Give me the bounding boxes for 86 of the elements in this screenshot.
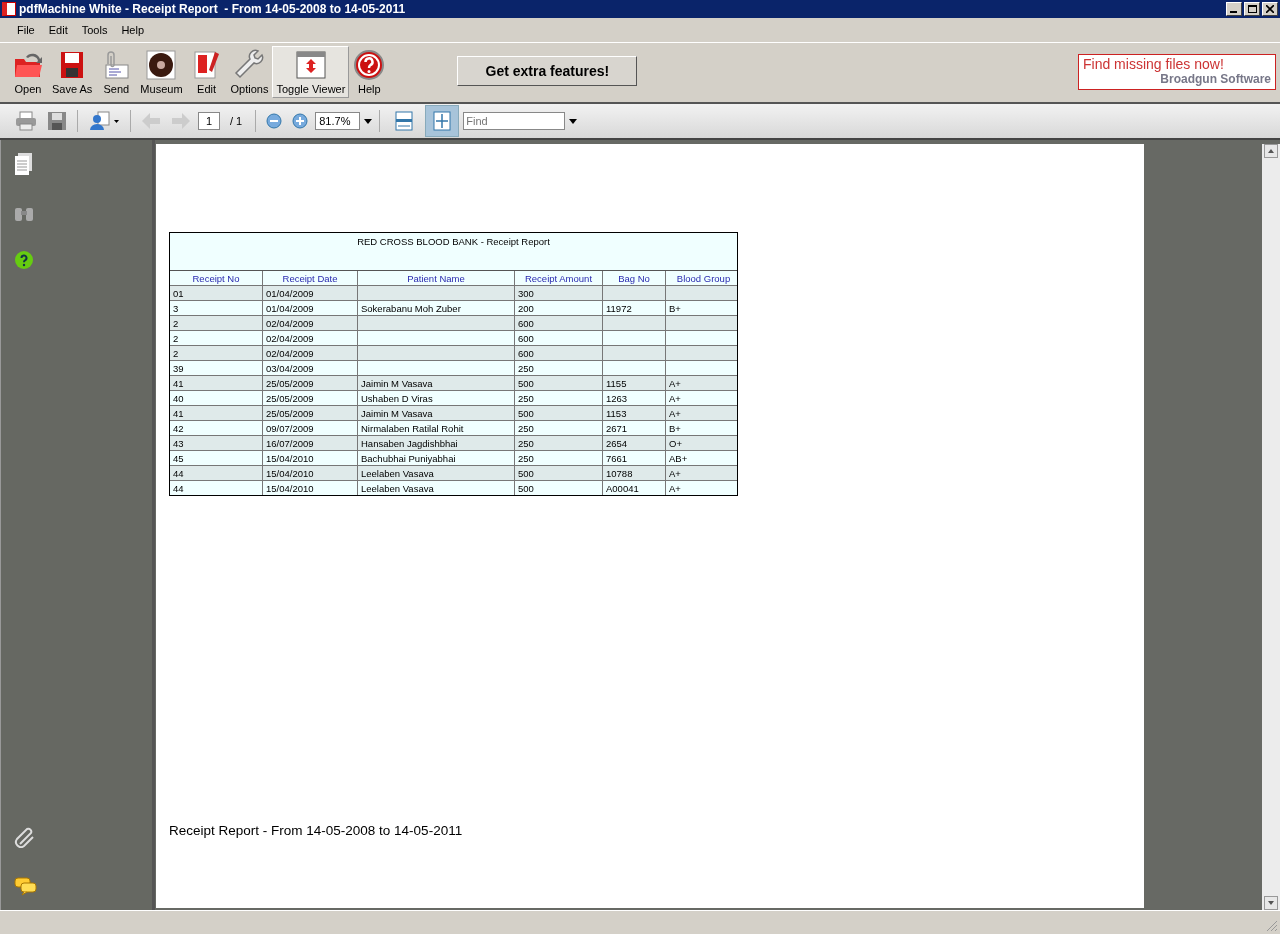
table-cell: 25/05/2009 <box>262 390 358 406</box>
find-field[interactable]: Find <box>463 112 566 130</box>
menu-item[interactable]: Edit <box>41 24 75 36</box>
fit-page-icon <box>433 111 452 131</box>
maximize-icon <box>1247 5 1257 13</box>
page-number-field[interactable]: 1 <box>198 112 220 130</box>
table-cell <box>602 330 666 346</box>
get-extra-features-button[interactable]: Get extra features! <box>457 56 638 86</box>
ad-headline: Find missing files now! <box>1083 56 1225 72</box>
right-arrow-icon <box>171 112 191 130</box>
table-cell: 2 <box>170 330 263 346</box>
printer-icon <box>15 111 37 131</box>
table-cell: 45 <box>170 450 263 466</box>
menu-item[interactable]: Tools <box>74 24 115 36</box>
window-icon <box>294 49 327 81</box>
table-cell: 2671 <box>602 420 666 436</box>
toolbar-button[interactable]: Toggle Viewer <box>272 46 350 98</box>
menu-item[interactable]: Help <box>114 24 151 36</box>
resize-grip-icon[interactable] <box>1266 920 1278 932</box>
scroll-down-icon <box>1264 896 1278 910</box>
table-cell: 39 <box>170 360 263 376</box>
table-cell: 42 <box>170 420 263 436</box>
toolbar-button[interactable]: Open <box>8 46 48 98</box>
toolbar-button[interactable]: Museum <box>136 46 187 98</box>
table-cell: 250 <box>514 450 603 466</box>
toolbar-button[interactable]: Edit <box>186 46 227 98</box>
ad-brand: Broadgun Software <box>1160 72 1271 86</box>
table-cell: 44 <box>170 480 263 495</box>
table-cell: A+ <box>665 480 737 495</box>
table-cell: Ushaben D Viras <box>357 390 515 406</box>
table-cell: 09/07/2009 <box>262 420 358 436</box>
wrench-icon <box>233 49 266 81</box>
maximize-button[interactable] <box>1244 2 1260 16</box>
table-cell: 03/04/2009 <box>262 360 358 376</box>
table-cell: Bachubhai Puniyabhai <box>357 450 515 466</box>
fit-page-button[interactable] <box>425 105 460 137</box>
table-cell: 3 <box>170 300 263 316</box>
caret-icon <box>364 118 373 124</box>
fit-width-icon <box>395 111 414 131</box>
menu-item[interactable]: File <box>10 24 42 36</box>
report-title: RED CROSS BLOOD BANK - Receipt Report <box>170 233 737 271</box>
column-header: Receipt Amount <box>514 271 603 286</box>
table-cell: 250 <box>514 390 603 406</box>
advertisement-banner[interactable]: Find missing files now! Broadgun Software <box>1078 54 1276 90</box>
table-cell: 200 <box>514 300 603 316</box>
column-header: Patient Name <box>357 271 515 286</box>
table-cell: 7661 <box>602 450 666 466</box>
page-count: / 1 <box>229 115 244 127</box>
help-icon[interactable] <box>14 250 34 270</box>
toolbar-button[interactable]: Save As <box>48 46 97 98</box>
close-icon <box>1266 5 1274 13</box>
person-document-icon <box>88 110 120 132</box>
table-cell: Nirmalaben Ratilal Rohit <box>357 420 515 436</box>
table-cell: 600 <box>514 330 603 346</box>
zoom-in-icon <box>292 113 309 129</box>
toolbar-button[interactable]: Send <box>96 46 137 98</box>
table-cell: Sokerabanu Moh Zuber <box>357 300 515 316</box>
column-header: Blood Group <box>665 271 737 286</box>
paperclip-icon[interactable] <box>14 826 36 848</box>
table-cell: 1263 <box>602 390 666 406</box>
vertical-scrollbar[interactable] <box>1262 144 1280 910</box>
scroll-up-icon <box>1264 144 1278 158</box>
column-header: Bag No <box>602 271 666 286</box>
table-cell: 11972 <box>602 300 666 316</box>
caret-icon <box>569 118 578 124</box>
window-title: pdfMachine White - Receipt Report - From 14-05-2008 to 14-05-2011 <box>19 2 407 16</box>
table-cell: 02/04/2009 <box>262 330 358 346</box>
table-cell: 250 <box>514 360 603 376</box>
app-logo-icon <box>2 2 16 16</box>
table-cell: 40 <box>170 390 263 406</box>
toolbar-button[interactable]: Help <box>349 46 390 98</box>
pages-icon[interactable] <box>14 152 34 176</box>
close-button[interactable] <box>1262 2 1278 16</box>
minimize-button[interactable] <box>1226 2 1242 16</box>
table-cell: 15/04/2010 <box>262 450 358 466</box>
table-cell <box>602 360 666 376</box>
toolbar-button[interactable]: Options <box>226 46 273 98</box>
report-footer: Receipt Report - From 14-05-2008 to 14-05-2011 <box>169 823 1144 838</box>
column-header: Receipt No <box>170 271 263 286</box>
table-cell: 250 <box>514 420 603 436</box>
help-icon <box>353 49 386 81</box>
column-header: Receipt Date <box>262 271 358 286</box>
left-arrow-icon <box>141 112 161 130</box>
comments-icon[interactable] <box>14 876 38 896</box>
table-cell: 01/04/2009 <box>262 300 358 316</box>
zoom-out-icon <box>266 113 283 129</box>
